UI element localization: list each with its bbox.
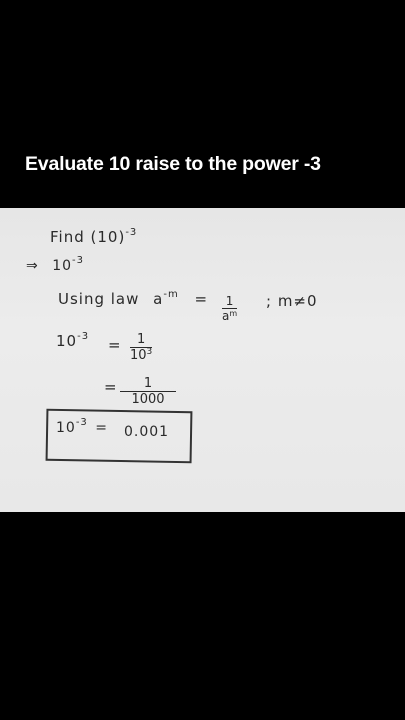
step2-equals: = [104,378,118,396]
law-line: Using law a-m = [58,289,209,308]
step2-numerator: 1 [120,376,176,392]
step1-fraction: 1 103 [130,332,153,363]
implies-base: 10 [52,258,73,274]
step1-equals: = [108,336,122,354]
answer-lhs: 10-3 = [56,417,108,436]
implies-arrow: ⇒ [26,258,39,274]
law-exponent: -m [163,289,179,300]
step1-denominator-exponent: 3 [146,347,153,357]
answer-value: 0.001 [124,424,170,440]
handwritten-notes-photo: Find (10)-3 ⇒ 10-3 Using law a-m = 1 am … [0,208,405,512]
answer-base: 10 [56,420,76,436]
find-line: Find (10)-3 [50,227,138,246]
answer-exponent: -3 [75,417,88,428]
law-fraction: 1 am [222,294,238,323]
video-caption: Evaluate 10 raise to the power -3 [25,153,321,175]
law-base: a [153,290,164,308]
law-denominator-exponent: m [229,309,238,318]
answer-box [45,408,193,464]
law-text: Using law [58,290,140,308]
implies-exponent: -3 [72,255,84,266]
answer-equals: = [95,420,108,436]
step1-exponent: -3 [77,331,90,342]
step2-fraction: 1 1000 [120,376,176,407]
step2-denominator: 1000 [131,392,165,407]
find-exponent: -3 [125,227,138,238]
step1-base: 10 [56,332,78,350]
step1-denominator-base: 10 [130,348,147,363]
find-expression: (10) [90,228,126,246]
law-equals: = [194,290,209,308]
step1-numerator: 1 [130,332,153,348]
step1-lhs: 10-3 [56,331,90,350]
find-word: Find [50,228,85,246]
implies-line: ⇒ 10-3 [26,255,84,274]
law-numerator: 1 [222,294,238,309]
law-condition: ; m≠0 [266,292,318,310]
